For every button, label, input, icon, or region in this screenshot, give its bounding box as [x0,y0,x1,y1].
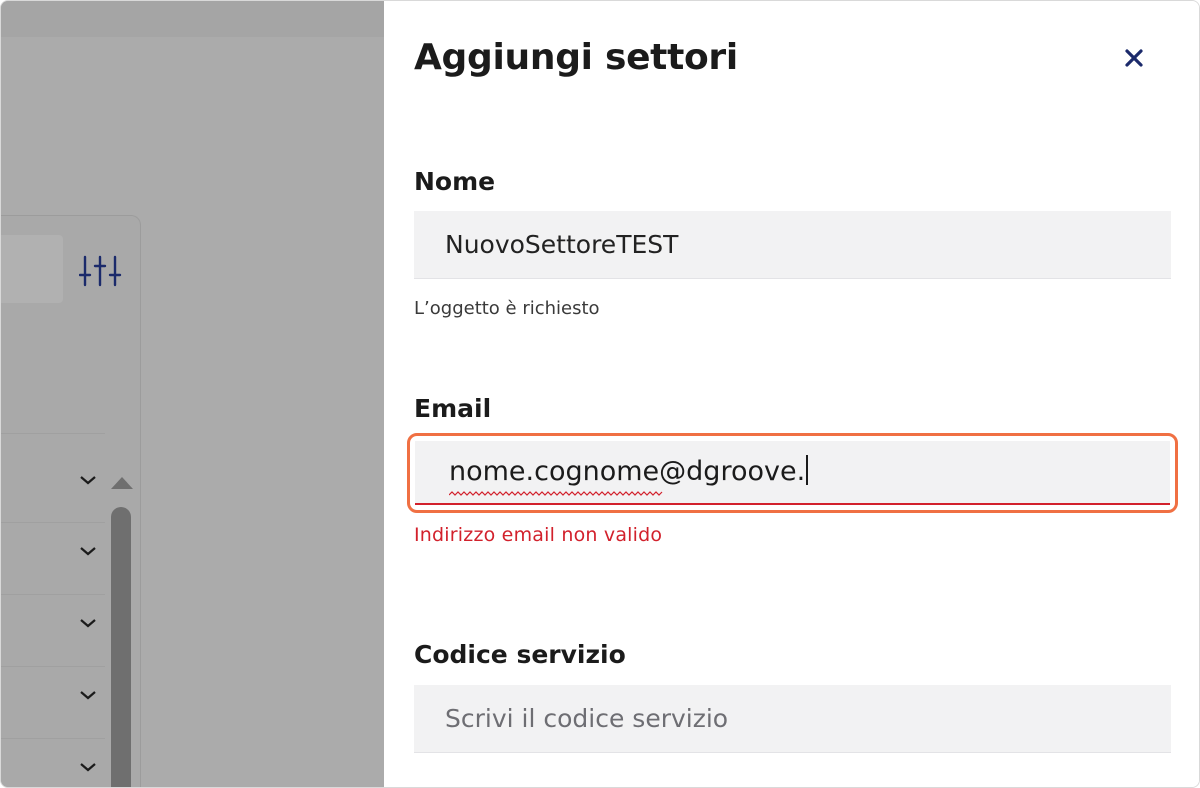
list-divider [1,433,105,434]
filter-sliders-icon [79,255,122,287]
email-label: Email [414,394,492,423]
nome-label: Nome [414,167,496,196]
chevron-down-icon [80,476,96,485]
list-divider [1,522,105,523]
background-overlay[interactable] [1,1,384,787]
list-divider [1,594,105,595]
codice-servizio-input[interactable] [414,685,1171,753]
background-header [1,1,384,37]
email-input-value: nome.cognome@dgroove. [449,456,806,487]
chevron-down-icon [80,691,96,700]
chevron-down-icon [80,619,96,628]
chevron-down-icon [80,547,96,556]
nome-input[interactable] [414,211,1171,279]
close-icon[interactable] [1120,44,1148,72]
chevron-down-icon [80,763,96,772]
add-sectors-drawer: Aggiungi settori Nome L’oggetto è richie… [384,1,1199,787]
email-input[interactable]: nome.cognome@dgroove. [415,441,1170,505]
email-error-message: Indirizzo email non valido [414,524,663,546]
spellcheck-underline [449,491,663,496]
drawer-title: Aggiungi settori [414,37,738,78]
app-window: Aggiungi settori Nome L’oggetto è richie… [0,0,1200,788]
background-search-field [1,235,63,303]
codice-servizio-label: Codice servizio [414,640,626,669]
text-caret [806,455,809,485]
scroll-up-arrow-icon [111,477,133,489]
background-scrollbar-thumb [111,507,131,787]
email-input-value-wrap: nome.cognome@dgroove. [449,455,809,487]
list-divider [1,738,105,739]
nome-hint: L’oggetto è richiesto [414,298,600,319]
email-field-focus-ring: nome.cognome@dgroove. [407,433,1178,513]
list-divider [1,666,105,667]
